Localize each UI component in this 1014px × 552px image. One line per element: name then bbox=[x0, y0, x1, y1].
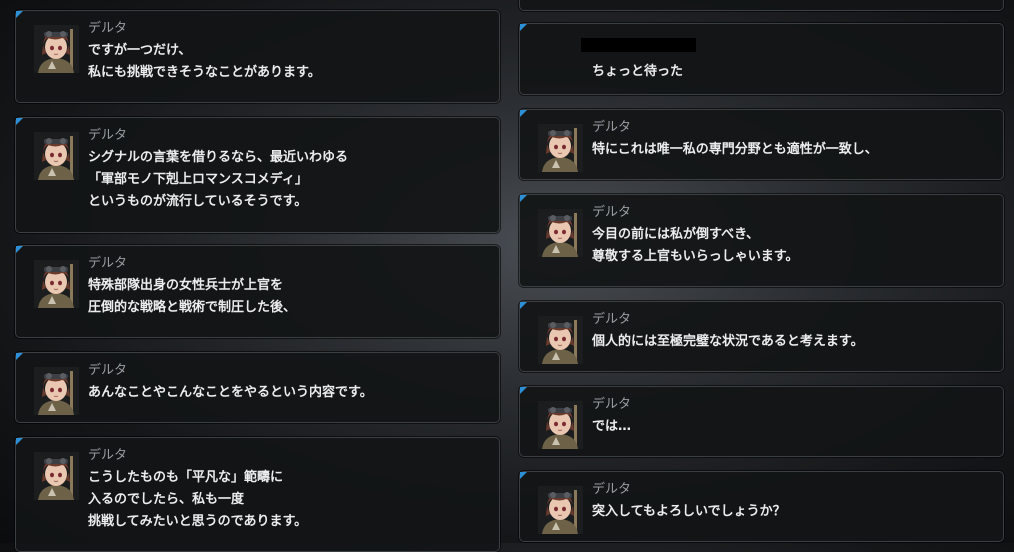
message-text: あんなことやこんなことをやるという内容です。 bbox=[88, 382, 489, 404]
speaker-name: デルタ bbox=[592, 205, 632, 220]
message-line: 突入してもよろしいでしょうか？ bbox=[592, 504, 786, 519]
message-line: 圧倒的な戦略と戦術で制圧した後、 bbox=[88, 300, 297, 315]
bubble-corner-marker bbox=[520, 302, 527, 309]
message-bubble-partial bbox=[519, 0, 1004, 11]
bubble-corner-marker bbox=[16, 246, 23, 253]
message-line: シグナルの言葉を借りるなら、最近いわゆる bbox=[88, 150, 349, 165]
message-bubble: デルタ 特殊部隊出身の女性兵士が上官を 圧倒的な戦略と戦術で制圧した後、 bbox=[15, 245, 500, 338]
delta-avatar-icon bbox=[34, 260, 79, 308]
message-text: こうしたものも「平凡な」範疇に 入るのでしたら、私も一度 挑戦してみたいと思うの… bbox=[88, 467, 489, 533]
bubble-corner-marker bbox=[520, 24, 527, 31]
delta-avatar-icon bbox=[538, 124, 583, 172]
delta-avatar-icon bbox=[538, 316, 583, 364]
message-line: こうしたものも「平凡な」範疇に bbox=[88, 470, 284, 485]
speaker-name: デルタ bbox=[592, 120, 632, 135]
message-text: 突入してもよろしいでしょうか？ bbox=[592, 501, 993, 523]
speaker-name: デルタ bbox=[592, 482, 632, 497]
delta-avatar-icon bbox=[34, 25, 79, 73]
bubble-corner-marker bbox=[16, 118, 23, 125]
bubble-corner-marker bbox=[520, 387, 527, 394]
message-text: シグナルの言葉を借りるなら、最近いわゆる 「軍部モノ下剋上ロマンスコメディ」 と… bbox=[88, 147, 489, 213]
bubble-corner-marker bbox=[16, 438, 23, 445]
delta-avatar-icon bbox=[34, 367, 79, 415]
speaker-name: デルタ bbox=[592, 397, 632, 412]
message-bubble: ちょっと待った bbox=[519, 23, 1004, 95]
message-line: 挑戦してみたいと思うのであります。 bbox=[88, 514, 308, 529]
bubble-corner-marker bbox=[16, 353, 23, 360]
message-line: 特にこれは唯一私の専門分野とも適性が一致し、 bbox=[592, 142, 878, 157]
message-line: あんなことやこんなことをやるという内容です。 bbox=[88, 385, 373, 400]
delta-avatar-icon bbox=[34, 132, 79, 180]
message-line: 今目の前には私が倒すべき、 bbox=[592, 227, 760, 242]
speaker-name: デルタ bbox=[88, 448, 128, 463]
message-bubble: デルタ 突入してもよろしいでしょうか？ bbox=[519, 471, 1004, 542]
message-text: 今目の前には私が倒すべき、 尊敬する上官もいらっしゃいます。 bbox=[592, 224, 993, 268]
message-text: ちょっと待った bbox=[592, 61, 993, 83]
bubble-corner-marker bbox=[520, 110, 527, 117]
message-bubble: デルタ ですが一つだけ、 私にも挑戦できそうなことがあります。 bbox=[15, 10, 500, 103]
bubble-corner-marker bbox=[520, 472, 527, 479]
message-bubble: デルタ 今目の前には私が倒すべき、 尊敬する上官もいらっしゃいます。 bbox=[519, 194, 1004, 287]
delta-avatar-icon bbox=[538, 209, 583, 257]
speaker-name: デルタ bbox=[88, 256, 128, 271]
message-text: ですが一つだけ、 私にも挑戦できそうなことがあります。 bbox=[88, 40, 489, 84]
message-line: ですが一つだけ、 bbox=[88, 43, 192, 58]
message-bubble: デルタ シグナルの言葉を借りるなら、最近いわゆる 「軍部モノ下剋上ロマンスコメデ… bbox=[15, 117, 500, 233]
message-line: では… bbox=[592, 419, 632, 434]
message-text: 特殊部隊出身の女性兵士が上官を 圧倒的な戦略と戦術で制圧した後、 bbox=[88, 275, 489, 319]
message-bubble: デルタ 特にこれは唯一私の専門分野とも適性が一致し、 bbox=[519, 109, 1004, 180]
message-line: 入るのでしたら、私も一度 bbox=[88, 492, 245, 507]
message-bubble: デルタ あんなことやこんなことをやるという内容です。 bbox=[15, 352, 500, 423]
message-line: 尊敬する上官もいらっしゃいます。 bbox=[592, 249, 799, 264]
delta-avatar-icon bbox=[34, 452, 79, 500]
message-line: 特殊部隊出身の女性兵士が上官を bbox=[88, 278, 284, 293]
redacted-speaker-name bbox=[581, 38, 696, 52]
delta-avatar-icon bbox=[538, 401, 583, 449]
bubble-corner-marker bbox=[16, 11, 23, 18]
message-line: 私にも挑戦できそうなことがあります。 bbox=[88, 65, 321, 80]
message-text: 特にこれは唯一私の専門分野とも適性が一致し、 bbox=[592, 139, 993, 161]
speaker-name: デルタ bbox=[88, 363, 128, 378]
speaker-name: デルタ bbox=[88, 21, 128, 36]
bubble-corner-marker bbox=[520, 195, 527, 202]
message-text: 個人的には至極完璧な状況であると考えます。 bbox=[592, 331, 993, 353]
message-text: では… bbox=[592, 416, 993, 438]
message-bubble: デルタ では… bbox=[519, 386, 1004, 457]
speaker-name: デルタ bbox=[592, 312, 632, 327]
message-bubble: デルタ こうしたものも「平凡な」範疇に 入るのでしたら、私も一度 挑戦してみたい… bbox=[15, 437, 500, 552]
speaker-name: デルタ bbox=[88, 128, 128, 143]
message-bubble: デルタ 個人的には至極完璧な状況であると考えます。 bbox=[519, 301, 1004, 372]
message-line: 「軍部モノ下剋上ロマンスコメディ」 bbox=[88, 172, 308, 187]
message-line: 個人的には至極完璧な状況であると考えます。 bbox=[592, 334, 864, 349]
delta-avatar-icon bbox=[538, 486, 583, 534]
message-line: ちょっと待った bbox=[592, 64, 684, 79]
message-line: というものが流行しているそうです。 bbox=[88, 194, 308, 209]
